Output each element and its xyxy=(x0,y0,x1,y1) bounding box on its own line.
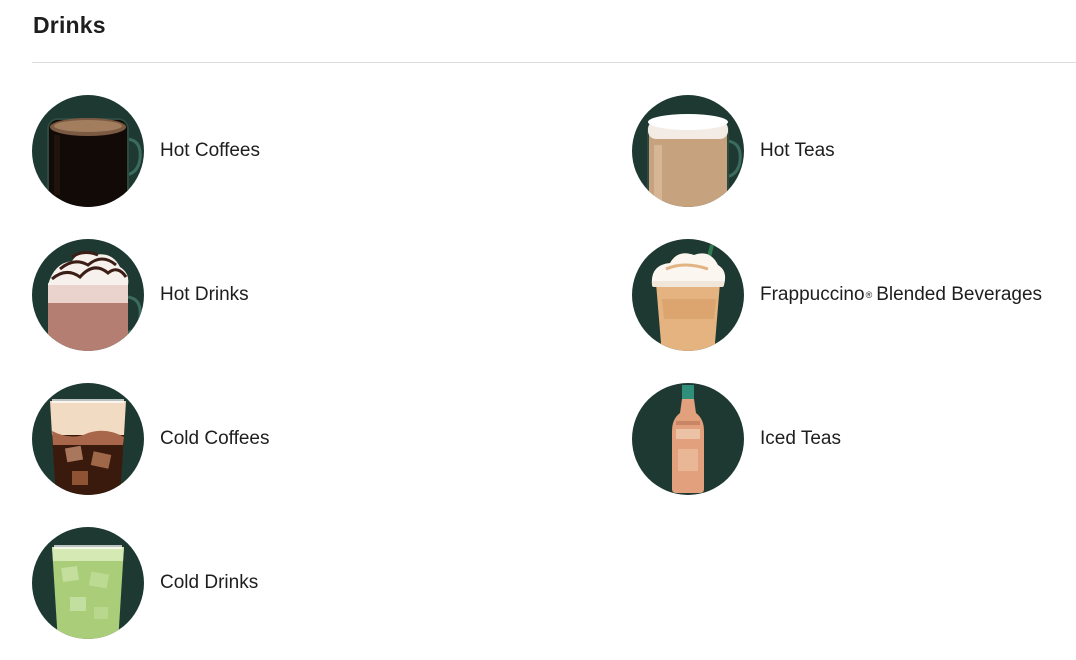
drinks-section: Drinks Hot Coffees Hot Teas Hot Drinks F… xyxy=(0,0,1076,660)
category-cold-drinks[interactable]: Cold Drinks xyxy=(32,527,632,660)
category-label: Cold Drinks xyxy=(160,572,259,593)
category-hot-teas[interactable]: Hot Teas xyxy=(632,95,1076,239)
category-label: Hot Coffees xyxy=(160,140,260,161)
registered-mark: ® xyxy=(865,290,873,300)
category-cold-coffees[interactable]: Cold Coffees xyxy=(32,383,632,527)
iced-matcha-glass-icon xyxy=(32,527,144,639)
hot-tea-latte-mug-icon xyxy=(632,95,744,207)
category-label-suffix: Blended Beverages xyxy=(876,284,1043,306)
category-hot-coffees[interactable]: Hot Coffees xyxy=(32,95,632,239)
category-label-name: Frappuccino xyxy=(760,284,865,306)
category-grid: Hot Coffees Hot Teas Hot Drinks Frappucc… xyxy=(32,95,1076,660)
hot-coffee-mug-icon xyxy=(32,95,144,207)
section-divider xyxy=(32,62,1076,63)
category-frappuccino-blended-beverages[interactable]: Frappuccino® Blended Beverages xyxy=(632,239,1076,383)
category-iced-teas[interactable]: Iced Teas xyxy=(632,383,1076,527)
category-label: Cold Coffees xyxy=(160,428,270,449)
category-hot-drinks[interactable]: Hot Drinks xyxy=(32,239,632,383)
category-label: Frappuccino® Blended Beverages xyxy=(760,239,1042,351)
category-label: Hot Teas xyxy=(760,140,835,161)
hot-chocolate-whipped-cream-icon xyxy=(32,239,144,351)
iced-tea-bottle-icon xyxy=(632,383,744,495)
section-title: Drinks xyxy=(33,12,106,38)
iced-coffee-glass-icon xyxy=(32,383,144,495)
category-label: Iced Teas xyxy=(760,428,841,449)
frappuccino-cup-icon xyxy=(632,239,744,351)
category-label: Hot Drinks xyxy=(160,284,249,305)
